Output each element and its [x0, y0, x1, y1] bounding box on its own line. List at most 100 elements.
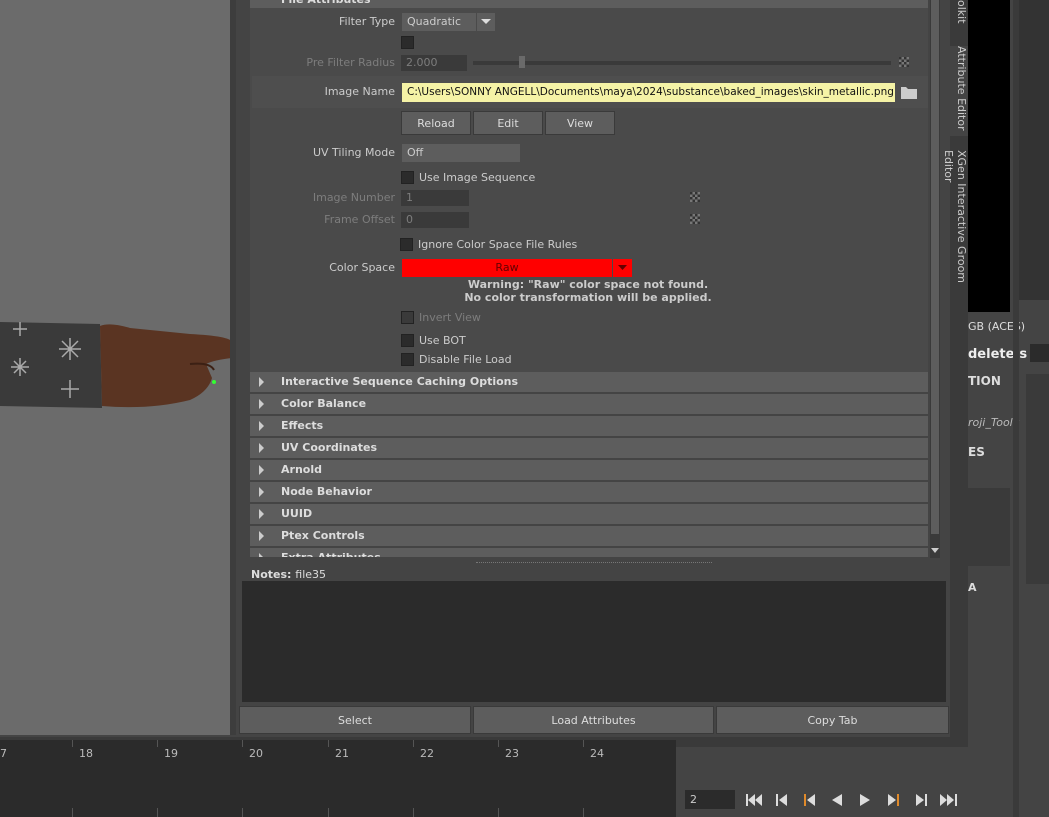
invert-view-checkbox[interactable]: [401, 311, 414, 324]
frame-offset-field[interactable]: 0: [401, 212, 469, 228]
playback-buttons: [744, 791, 968, 809]
frame-tick: 19: [164, 747, 178, 760]
edit-button[interactable]: Edit: [473, 111, 543, 135]
tab-attribute-editor[interactable]: Attribute Editor: [950, 46, 968, 136]
tick-mark: [498, 808, 499, 817]
frame-interactive-sequence-caching[interactable]: Interactive Sequence Caching Options: [250, 372, 928, 392]
right-input[interactable]: [1030, 344, 1049, 362]
expand-arrow-icon: [259, 553, 264, 557]
frame-effects[interactable]: Effects: [250, 416, 928, 436]
scrollbar-thumb[interactable]: [931, 0, 939, 534]
expand-arrow-icon: [259, 421, 264, 431]
tick-mark: [413, 740, 414, 747]
file-attributes-header-label: File Attributes: [281, 0, 371, 10]
view-button[interactable]: View: [545, 111, 615, 135]
tick-mark: [157, 808, 158, 817]
section-tion-label: TION: [968, 374, 1001, 388]
frame-tick: 23: [505, 747, 519, 760]
expand-arrow-icon: [259, 399, 264, 409]
pre-filter-checkbox[interactable]: [401, 36, 414, 49]
pre-filter-radius-field[interactable]: 2.000: [401, 55, 467, 71]
frame-ptex-controls[interactable]: Ptex Controls: [250, 526, 928, 546]
frame-extra-attributes[interactable]: Extra Attributes: [250, 548, 928, 557]
ignore-color-space-rules-checkbox[interactable]: [400, 238, 413, 251]
frame-tick: 24: [590, 747, 604, 760]
invert-view-label: Invert View: [419, 311, 481, 324]
disable-file-load-checkbox[interactable]: [401, 353, 414, 366]
frame-offset-label: Frame Offset: [324, 213, 395, 226]
toolkit-label: roji_Toolk: [968, 416, 1020, 429]
frame-color-balance[interactable]: Color Balance: [250, 394, 928, 414]
right-divider[interactable]: [1013, 0, 1019, 817]
tab-toolkit[interactable]: olkit: [950, 0, 968, 28]
side-tab-strip: olkit Attribute Editor XGen Interactive …: [942, 0, 968, 740]
frame-uuid[interactable]: UUID: [250, 504, 928, 524]
image-number-label: Image Number: [312, 191, 395, 204]
tick-mark: [242, 740, 243, 747]
use-bot-checkbox[interactable]: [401, 334, 414, 347]
tab-xgen-groom-editor[interactable]: XGen Interactive Groom Editor: [942, 150, 968, 310]
panel-divider[interactable]: [230, 0, 236, 735]
tick-mark: [72, 740, 73, 747]
tick-mark: [413, 808, 414, 817]
filter-type-dropdown[interactable]: Quadratic: [402, 13, 476, 31]
splitter-handle[interactable]: [476, 562, 712, 565]
tick-mark: [498, 740, 499, 747]
load-attributes-button[interactable]: Load Attributes: [473, 706, 714, 734]
color-space-warning-1: Warning: "Raw" color space not found.: [467, 278, 709, 291]
color-space-warning-2: No color transformation will be applied.: [464, 291, 712, 304]
use-image-sequence-checkbox[interactable]: [401, 171, 414, 184]
tick-mark: [583, 740, 584, 747]
color-space-label: Color Space: [329, 261, 395, 274]
slider-handle[interactable]: [519, 56, 525, 68]
expand-arrow-icon: [259, 509, 264, 519]
scroll-down-icon[interactable]: [929, 546, 941, 556]
step-back-key-icon: [776, 794, 787, 806]
secondary-preview: [1018, 0, 1049, 300]
image-number-field[interactable]: 1: [401, 190, 469, 206]
viewport[interactable]: [0, 0, 233, 735]
right-list-area: [968, 488, 1010, 566]
disable-file-load-label: Disable File Load: [419, 353, 512, 366]
filter-type-label: Filter Type: [338, 15, 395, 28]
prev-key-icon: [804, 794, 815, 806]
character-arm: [0, 322, 232, 408]
frame-label: UV Coordinates: [281, 441, 378, 454]
section-a-label: A: [968, 581, 977, 594]
frame-label: Color Balance: [281, 397, 367, 410]
color-space-dropdown[interactable]: Raw: [402, 259, 612, 277]
pre-filter-radius-label: Pre Filter Radius: [306, 56, 395, 69]
uv-tiling-mode-dropdown[interactable]: Off: [402, 144, 520, 162]
reload-button[interactable]: Reload: [401, 111, 471, 135]
tick-mark: [72, 808, 73, 817]
go-to-end-icon: [940, 794, 957, 806]
frame-label: Extra Attributes: [281, 548, 381, 557]
expand-arrow-icon: [259, 531, 264, 541]
texture-map-icon[interactable]: [690, 214, 700, 224]
notes-label: Notes: file35: [251, 568, 326, 581]
pre-filter-radius-slider[interactable]: [473, 61, 891, 65]
folder-icon[interactable]: [900, 84, 918, 100]
expand-arrow-icon: [259, 377, 264, 387]
frame-node-behavior[interactable]: Node Behavior: [250, 482, 928, 502]
chevron-down-icon[interactable]: [477, 13, 495, 31]
image-name-field[interactable]: C:\Users\SONNY ANGELL\Documents\maya\202…: [402, 83, 895, 102]
texture-map-icon[interactable]: [690, 192, 700, 202]
use-bot-label: Use BOT: [419, 334, 466, 347]
file-attributes-header[interactable]: File Attributes: [250, 0, 928, 8]
frame-label: UUID: [281, 507, 313, 520]
frame-label: Interactive Sequence Caching Options: [281, 375, 519, 388]
uv-tiling-mode-label: UV Tiling Mode: [312, 146, 395, 159]
render-preview: [968, 0, 1010, 312]
select-button[interactable]: Select: [239, 706, 471, 734]
current-frame-field[interactable]: 2: [685, 790, 735, 809]
notes-textarea[interactable]: [242, 581, 946, 702]
texture-map-icon[interactable]: [899, 57, 909, 67]
frame-uv-coordinates[interactable]: UV Coordinates: [250, 438, 928, 458]
frame-tick: 7: [0, 747, 7, 760]
frame-arnold[interactable]: Arnold: [250, 460, 928, 480]
expand-arrow-icon: [259, 443, 264, 453]
copy-tab-button[interactable]: Copy Tab: [716, 706, 949, 734]
step-forward-key-icon: [916, 794, 927, 806]
chevron-down-icon[interactable]: [613, 259, 632, 277]
